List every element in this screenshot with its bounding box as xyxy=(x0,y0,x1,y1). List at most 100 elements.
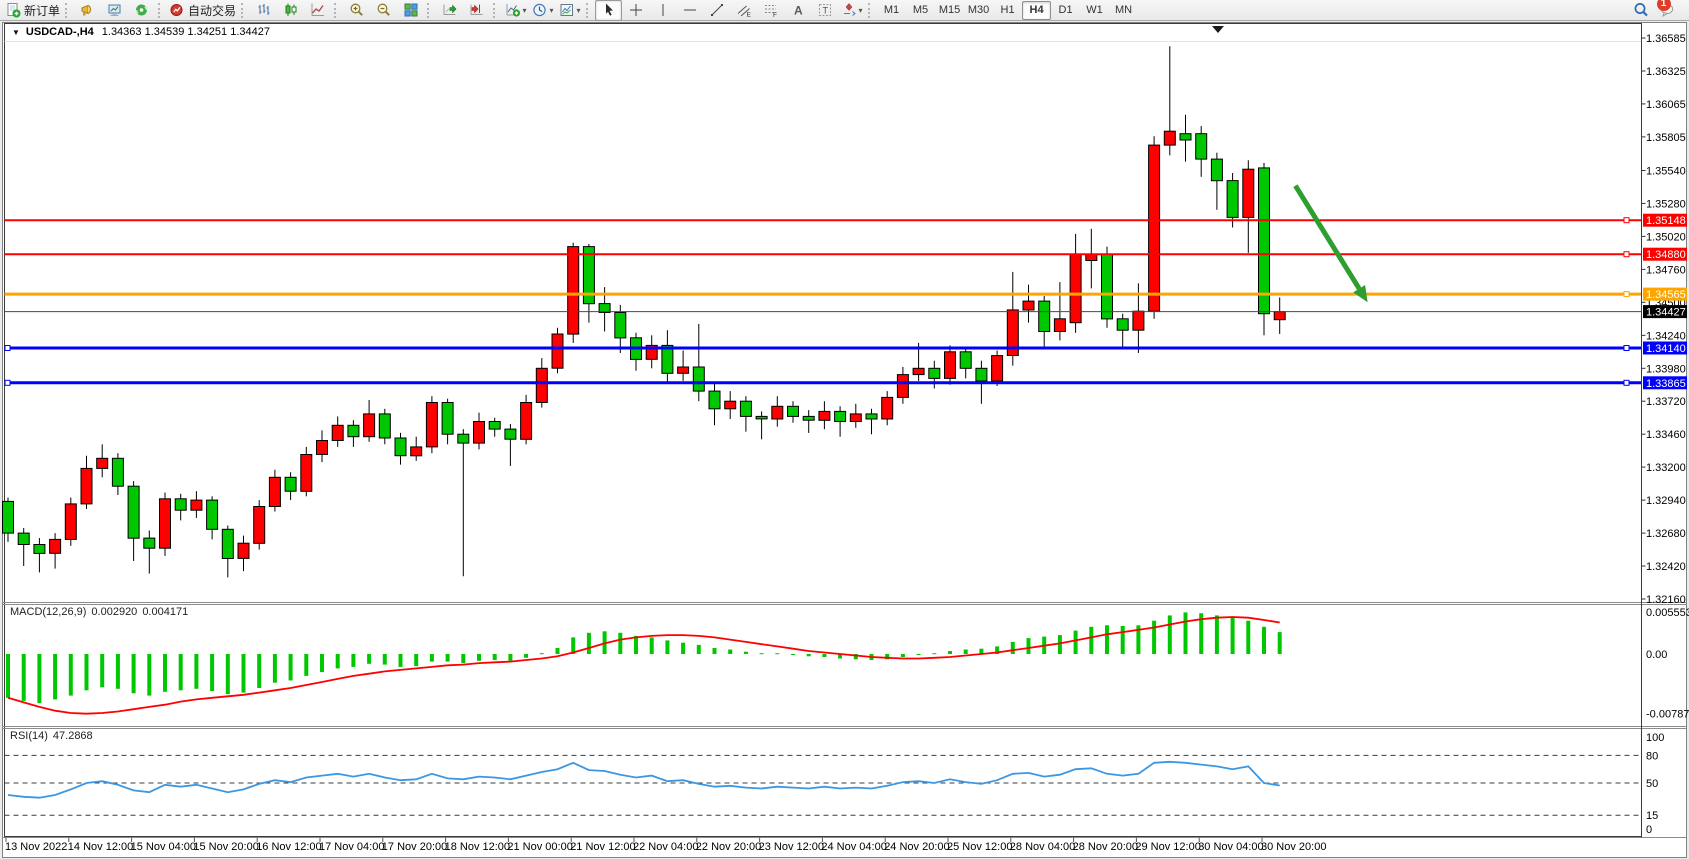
svg-text:1.32160: 1.32160 xyxy=(1646,594,1686,606)
rsi-indicator-label: RSI(14)47.2868 xyxy=(10,730,98,742)
svg-text:24 Nov 04:00: 24 Nov 04:00 xyxy=(821,841,886,853)
equidistant-channel-button[interactable]: E xyxy=(730,0,757,21)
svg-text:100: 100 xyxy=(1646,732,1664,744)
hline-handle[interactable] xyxy=(1624,218,1629,223)
svg-text:0.005553: 0.005553 xyxy=(1646,607,1689,619)
templates-button[interactable]: ▾ xyxy=(556,0,583,21)
toolbar-separator xyxy=(334,3,340,18)
svg-text:24 Nov 20:00: 24 Nov 20:00 xyxy=(884,841,949,853)
svg-text:16 Nov 12:00: 16 Nov 12:00 xyxy=(256,841,321,853)
svg-text:21 Nov 00:00: 21 Nov 00:00 xyxy=(507,841,572,853)
svg-text:1.35540: 1.35540 xyxy=(1646,166,1686,178)
svg-text:1.33460: 1.33460 xyxy=(1646,429,1686,441)
auto-trading-button[interactable]: 自动交易 xyxy=(167,0,238,21)
svg-text:22 Nov 20:00: 22 Nov 20:00 xyxy=(696,841,761,853)
timeframe-m5[interactable]: M5 xyxy=(906,1,935,20)
hline-handle[interactable] xyxy=(1624,346,1629,351)
crosshair-button[interactable] xyxy=(622,0,649,21)
line-chart-button[interactable] xyxy=(304,0,331,21)
dropdown-caret-icon[interactable]: ▾ xyxy=(550,6,554,15)
timeframe-m15[interactable]: M15 xyxy=(935,1,964,20)
zoomout-icon xyxy=(376,2,392,18)
auto-scroll-button[interactable] xyxy=(436,0,463,21)
toolbar-separator xyxy=(868,3,874,18)
svg-text:30 Nov 04:00: 30 Nov 04:00 xyxy=(1198,841,1263,853)
alerts-button[interactable] xyxy=(74,0,101,21)
svg-text:0: 0 xyxy=(1646,824,1652,836)
monitor-icon xyxy=(107,2,123,18)
chart-window: 1.365851.363251.360651.358051.355401.352… xyxy=(0,0,1689,859)
arrows-button[interactable]: ▾ xyxy=(838,0,865,21)
toolbar-separator xyxy=(427,3,433,18)
svg-text:1.33200: 1.33200 xyxy=(1646,462,1686,474)
candle-chart-button[interactable] xyxy=(277,0,304,21)
toolbar-separator xyxy=(586,3,592,18)
timeframe-d1[interactable]: D1 xyxy=(1051,1,1080,20)
candles-icon xyxy=(283,2,299,18)
text-button[interactable]: A xyxy=(784,0,811,21)
tile-windows-button[interactable] xyxy=(397,0,424,21)
hline-handle[interactable] xyxy=(5,346,10,351)
fibonacci-button[interactable]: F xyxy=(757,0,784,21)
indicators-button[interactable]: ▾ xyxy=(502,0,529,21)
timeframe-h1[interactable]: H1 xyxy=(993,1,1022,20)
vertical-line-button[interactable] xyxy=(649,0,676,21)
chart-canvas[interactable]: 1.365851.363251.360651.358051.355401.352… xyxy=(0,0,1689,859)
svg-text:17 Nov 04:00: 17 Nov 04:00 xyxy=(319,841,384,853)
chart-titlebar[interactable]: ▼ USDCAD-,H4 1.34363 1.34539 1.34251 1.3… xyxy=(12,26,270,38)
chat-button[interactable]: 1 xyxy=(1654,0,1681,21)
market-watch-button[interactable] xyxy=(101,0,128,21)
svg-text:1.32680: 1.32680 xyxy=(1646,528,1686,540)
periods-button[interactable]: ▾ xyxy=(529,0,556,21)
bars-icon xyxy=(256,2,272,18)
svg-text:1.34760: 1.34760 xyxy=(1646,264,1686,276)
svg-text:1.34240: 1.34240 xyxy=(1646,330,1686,342)
textA-icon: A xyxy=(790,2,806,18)
chart-shift-button[interactable] xyxy=(463,0,490,21)
svg-text:0.00: 0.00 xyxy=(1646,649,1667,661)
timeframe-m30[interactable]: M30 xyxy=(964,1,993,20)
timeframe-m1[interactable]: M1 xyxy=(877,1,906,20)
dropdown-caret-icon[interactable]: ▾ xyxy=(523,6,527,15)
search-icon xyxy=(1633,2,1649,18)
svg-text:1.35148: 1.35148 xyxy=(1646,215,1686,227)
macd-indicator-label: MACD(12,26,9)0.0029200.004171 xyxy=(10,606,193,618)
svg-text:1.36065: 1.36065 xyxy=(1646,99,1686,111)
text-label-button[interactable]: T xyxy=(811,0,838,21)
hline-handle[interactable] xyxy=(1624,252,1629,257)
template-icon xyxy=(559,2,575,18)
hline-handle[interactable] xyxy=(1624,380,1629,385)
horizontal-line-button[interactable] xyxy=(676,0,703,21)
trendline-button[interactable] xyxy=(703,0,730,21)
svg-text:15 Nov 04:00: 15 Nov 04:00 xyxy=(131,841,196,853)
new-order-button[interactable]: 新订单 xyxy=(3,0,62,21)
dropdown-caret-icon[interactable]: ▾ xyxy=(577,6,581,15)
search-button[interactable] xyxy=(1627,0,1654,21)
main-toolbar: 新订单 自动交易 ▾ ▾ ▾ EFAT ▾ M1M5M15M30H1H4D1W1MN 1 xyxy=(0,0,1689,21)
svg-text:-0.007879: -0.007879 xyxy=(1646,709,1689,721)
svg-text:1.36585: 1.36585 xyxy=(1646,33,1686,45)
timeframe-h4[interactable]: H4 xyxy=(1022,1,1051,20)
signals-button[interactable] xyxy=(128,0,155,21)
zoom-in-button[interactable] xyxy=(343,0,370,21)
chevron-down-icon[interactable]: ▼ xyxy=(12,28,20,37)
indicators-icon xyxy=(505,2,521,18)
hline-handle[interactable] xyxy=(5,380,10,385)
zoomin-icon xyxy=(349,2,365,18)
tile-icon xyxy=(403,2,419,18)
svg-text:17 Nov 20:00: 17 Nov 20:00 xyxy=(382,841,447,853)
svg-text:50: 50 xyxy=(1646,778,1658,790)
cursor-icon xyxy=(601,2,617,18)
cursor-button[interactable] xyxy=(595,0,622,21)
svg-text:1.34140: 1.34140 xyxy=(1646,343,1686,355)
timeframe-w1[interactable]: W1 xyxy=(1080,1,1109,20)
bar-chart-button[interactable] xyxy=(250,0,277,21)
svg-text:1.33720: 1.33720 xyxy=(1646,396,1686,408)
dropdown-caret-icon[interactable]: ▾ xyxy=(859,6,863,15)
zoom-out-button[interactable] xyxy=(370,0,397,21)
toolbar-separator xyxy=(241,3,247,18)
hline-handle[interactable] xyxy=(1624,292,1629,297)
svg-text:1.32940: 1.32940 xyxy=(1646,495,1686,507)
svg-text:1.36325: 1.36325 xyxy=(1646,66,1686,78)
timeframe-mn[interactable]: MN xyxy=(1109,1,1138,20)
